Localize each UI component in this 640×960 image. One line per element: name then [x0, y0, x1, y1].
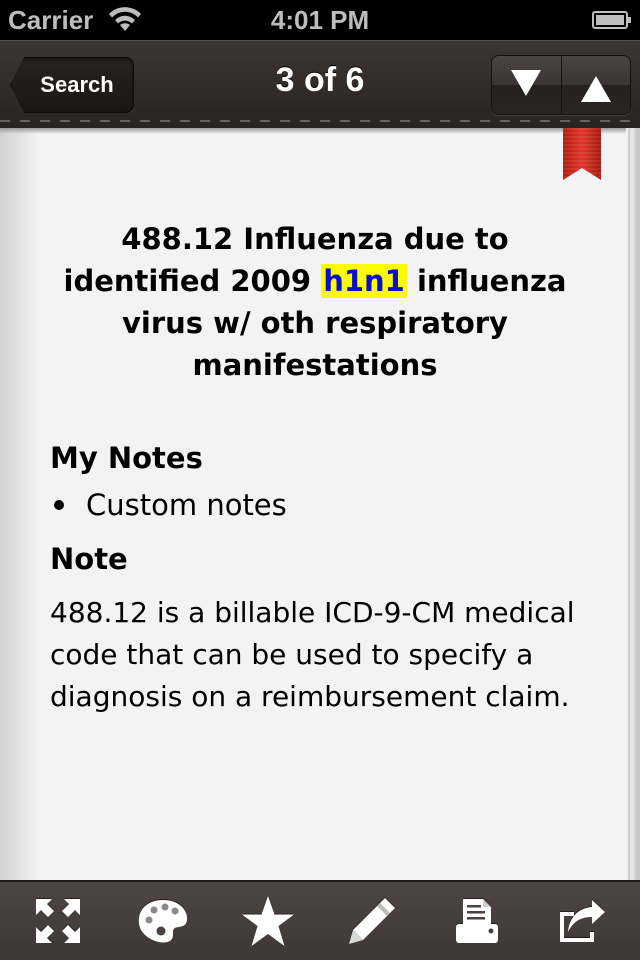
fullscreen-button[interactable]	[18, 886, 98, 956]
edit-note-button[interactable]	[332, 886, 412, 956]
my-notes-heading: My Notes	[50, 441, 203, 475]
result-navigation-control	[491, 55, 631, 115]
search-term-highlight: h1n1	[321, 264, 407, 298]
previous-result-button[interactable]	[560, 56, 630, 114]
note-body: 488.12 is a billable ICD-9-CM medical co…	[50, 596, 575, 713]
note-heading: Note	[50, 542, 128, 576]
star-icon	[241, 896, 294, 946]
share-button[interactable]	[542, 886, 622, 956]
code-detail-page: 488.12 Influenza due to identified 2009 …	[0, 128, 640, 880]
bookmark-ribbon-icon[interactable]	[562, 128, 602, 182]
bullet-icon	[54, 500, 64, 510]
list-item[interactable]: Custom notes	[50, 478, 580, 532]
next-result-button[interactable]	[492, 56, 561, 114]
custom-note-text: Custom notes	[86, 488, 287, 522]
palette-icon	[138, 900, 188, 943]
print-button[interactable]	[437, 886, 517, 956]
code-title: 488.12 Influenza due to identified 2009 …	[63, 222, 567, 382]
content-area: 488.12 Influenza due to identified 2009 …	[50, 218, 580, 718]
triangle-down-icon	[511, 70, 542, 96]
favorite-button[interactable]	[228, 886, 308, 956]
stitch-divider	[0, 120, 640, 122]
page-edge	[626, 128, 640, 880]
navigation-bar: Search 3 of 6	[0, 40, 640, 128]
share-icon	[559, 900, 605, 942]
battery-full-icon	[592, 11, 631, 29]
status-bar: Carrier 4:01 PM	[0, 0, 640, 40]
printer-icon	[455, 899, 498, 943]
theme-palette-button[interactable]	[123, 886, 203, 956]
expand-arrows-icon	[36, 899, 81, 943]
clock: 4:01 PM	[270, 5, 370, 35]
pencil-icon	[349, 898, 396, 944]
bottom-toolbar	[0, 880, 640, 960]
triangle-up-icon	[580, 76, 611, 102]
